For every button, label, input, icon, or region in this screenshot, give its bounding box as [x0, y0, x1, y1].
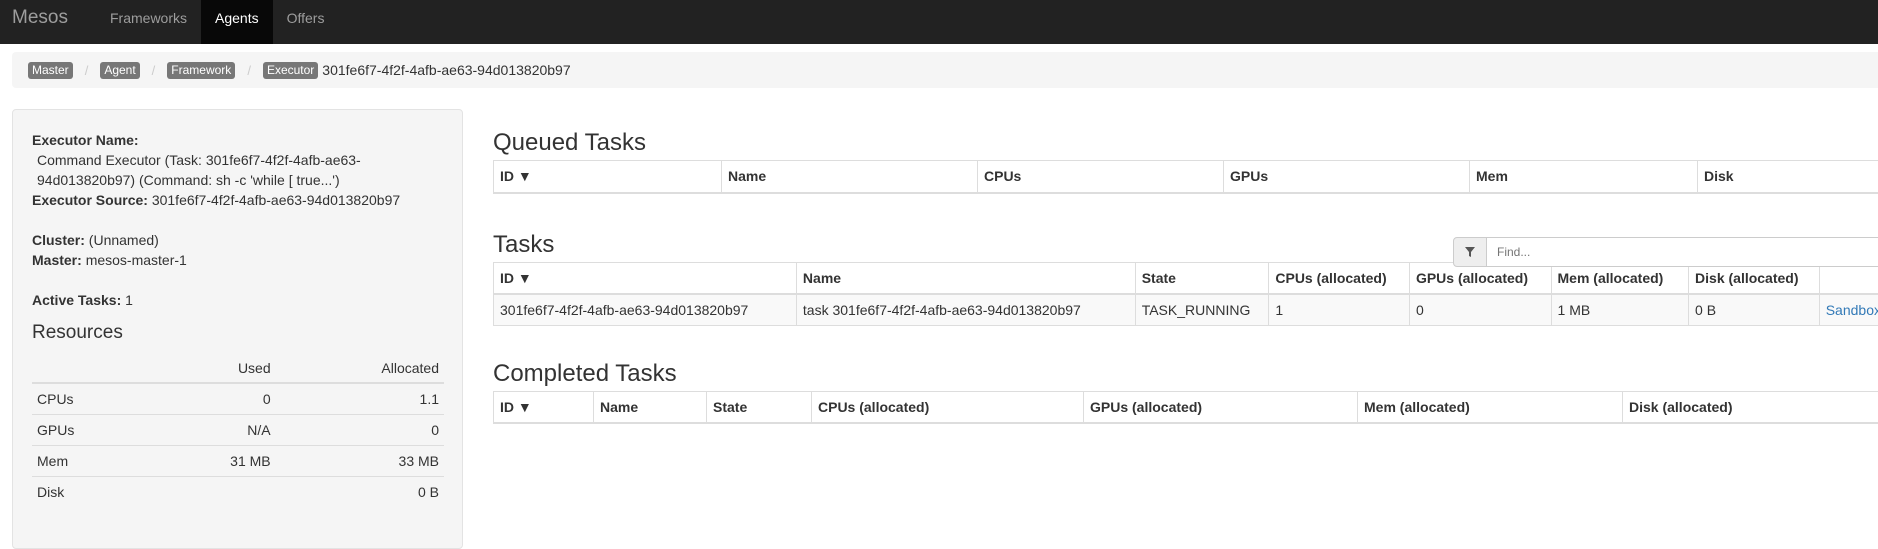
task-search [1453, 237, 1878, 267]
sandbox-link[interactable]: Sandbox [1826, 302, 1878, 318]
task-cpus: 1 [1269, 294, 1410, 325]
cluster-info: Cluster: (Unnamed) [32, 230, 443, 250]
queued-tasks-title: Queued Tasks [493, 127, 1878, 159]
main-content: Queued Tasks ID ▼ Name CPUs GPUs Mem Dis… [493, 110, 1878, 424]
breadcrumb-framework[interactable]: Framework [167, 62, 235, 79]
table-row: CPUs01.1 [32, 383, 444, 414]
nav-frameworks[interactable]: Frameworks [96, 0, 201, 44]
breadcrumb-master[interactable]: Master [28, 62, 73, 79]
completed-tasks-title: Completed Tasks [493, 358, 1878, 390]
col-cpus-allocated[interactable]: CPUs (allocated) [1269, 262, 1410, 294]
col-id[interactable]: ID ▼ [494, 161, 722, 193]
table-row: Mem31 MB33 MB [32, 445, 444, 476]
executor-info-panel: Executor Name: Command Executor (Task: 3… [12, 109, 463, 549]
col-name[interactable]: Name [594, 391, 707, 423]
resources-title: Resources [32, 322, 443, 344]
col-mem[interactable]: Mem [1470, 161, 1698, 193]
table-row: GPUsN/A0 [32, 414, 444, 445]
executor-name-label: Executor Name: [32, 132, 139, 148]
col-id[interactable]: ID ▼ [494, 391, 594, 423]
col-id[interactable]: ID ▼ [494, 262, 797, 294]
breadcrumb-separator: / [235, 63, 263, 78]
task-disk: 0 B [1689, 294, 1820, 325]
col-name[interactable]: Name [722, 161, 978, 193]
col-gpus-allocated[interactable]: GPUs (allocated) [1084, 391, 1358, 423]
active-tasks-info: Active Tasks: 1 [32, 290, 443, 310]
col-gpus[interactable]: GPUs [1224, 161, 1470, 193]
find-input[interactable] [1487, 237, 1878, 267]
breadcrumb-executor[interactable]: Executor [263, 62, 318, 79]
col-disk-allocated[interactable]: Disk (allocated) [1623, 391, 1878, 423]
breadcrumb-agent[interactable]: Agent [100, 62, 139, 79]
col-state[interactable]: State [707, 391, 812, 423]
master-info: Master: mesos-master-1 [32, 250, 443, 270]
task-id: 301fe6f7-4f2f-4afb-ae63-94d013820b97 [494, 294, 797, 325]
breadcrumb-current: 301fe6f7-4f2f-4afb-ae63-94d013820b97 [322, 62, 570, 78]
breadcrumb-separator: / [73, 63, 101, 78]
tasks-table: ID ▼ Name State CPUs (allocated) GPUs (a… [493, 262, 1878, 326]
table-row: Disk0 B [32, 476, 444, 507]
table-row: 301fe6f7-4f2f-4afb-ae63-94d013820b97 tas… [494, 294, 1878, 325]
filter-icon [1453, 237, 1487, 267]
task-gpus: 0 [1409, 294, 1551, 325]
task-name: task 301fe6f7-4f2f-4afb-ae63-94d013820b9… [796, 294, 1135, 325]
col-cpus[interactable]: CPUs [978, 161, 1224, 193]
task-mem: 1 MB [1551, 294, 1689, 325]
col-name[interactable]: Name [796, 262, 1135, 294]
top-navbar: Mesos Frameworks Agents Offers [0, 0, 1878, 44]
resources-table: Used Allocated CPUs01.1 GPUsN/A0 Mem31 M… [32, 354, 444, 507]
resources-allocated-header: Allocated [276, 354, 444, 383]
executor-source: Executor Source: 301fe6f7-4f2f-4afb-ae63… [32, 190, 443, 210]
brand-logo[interactable]: Mesos [0, 0, 96, 44]
resources-used-header: Used [150, 354, 276, 383]
breadcrumb: Master / Agent / Framework / Executor 30… [12, 52, 1878, 88]
nav-offers[interactable]: Offers [273, 0, 339, 44]
nav-agents[interactable]: Agents [201, 0, 273, 44]
executor-name-value: Command Executor (Task: 301fe6f7-4f2f-4a… [32, 150, 443, 190]
col-state[interactable]: State [1135, 262, 1269, 294]
task-state: TASK_RUNNING [1135, 294, 1269, 325]
col-mem-allocated[interactable]: Mem (allocated) [1358, 391, 1623, 423]
col-cpus-allocated[interactable]: CPUs (allocated) [812, 391, 1084, 423]
queued-tasks-table: ID ▼ Name CPUs GPUs Mem Disk [493, 160, 1878, 194]
breadcrumb-separator: / [140, 63, 168, 78]
completed-tasks-table: ID ▼ Name State CPUs (allocated) GPUs (a… [493, 391, 1878, 425]
col-disk[interactable]: Disk [1698, 161, 1878, 193]
